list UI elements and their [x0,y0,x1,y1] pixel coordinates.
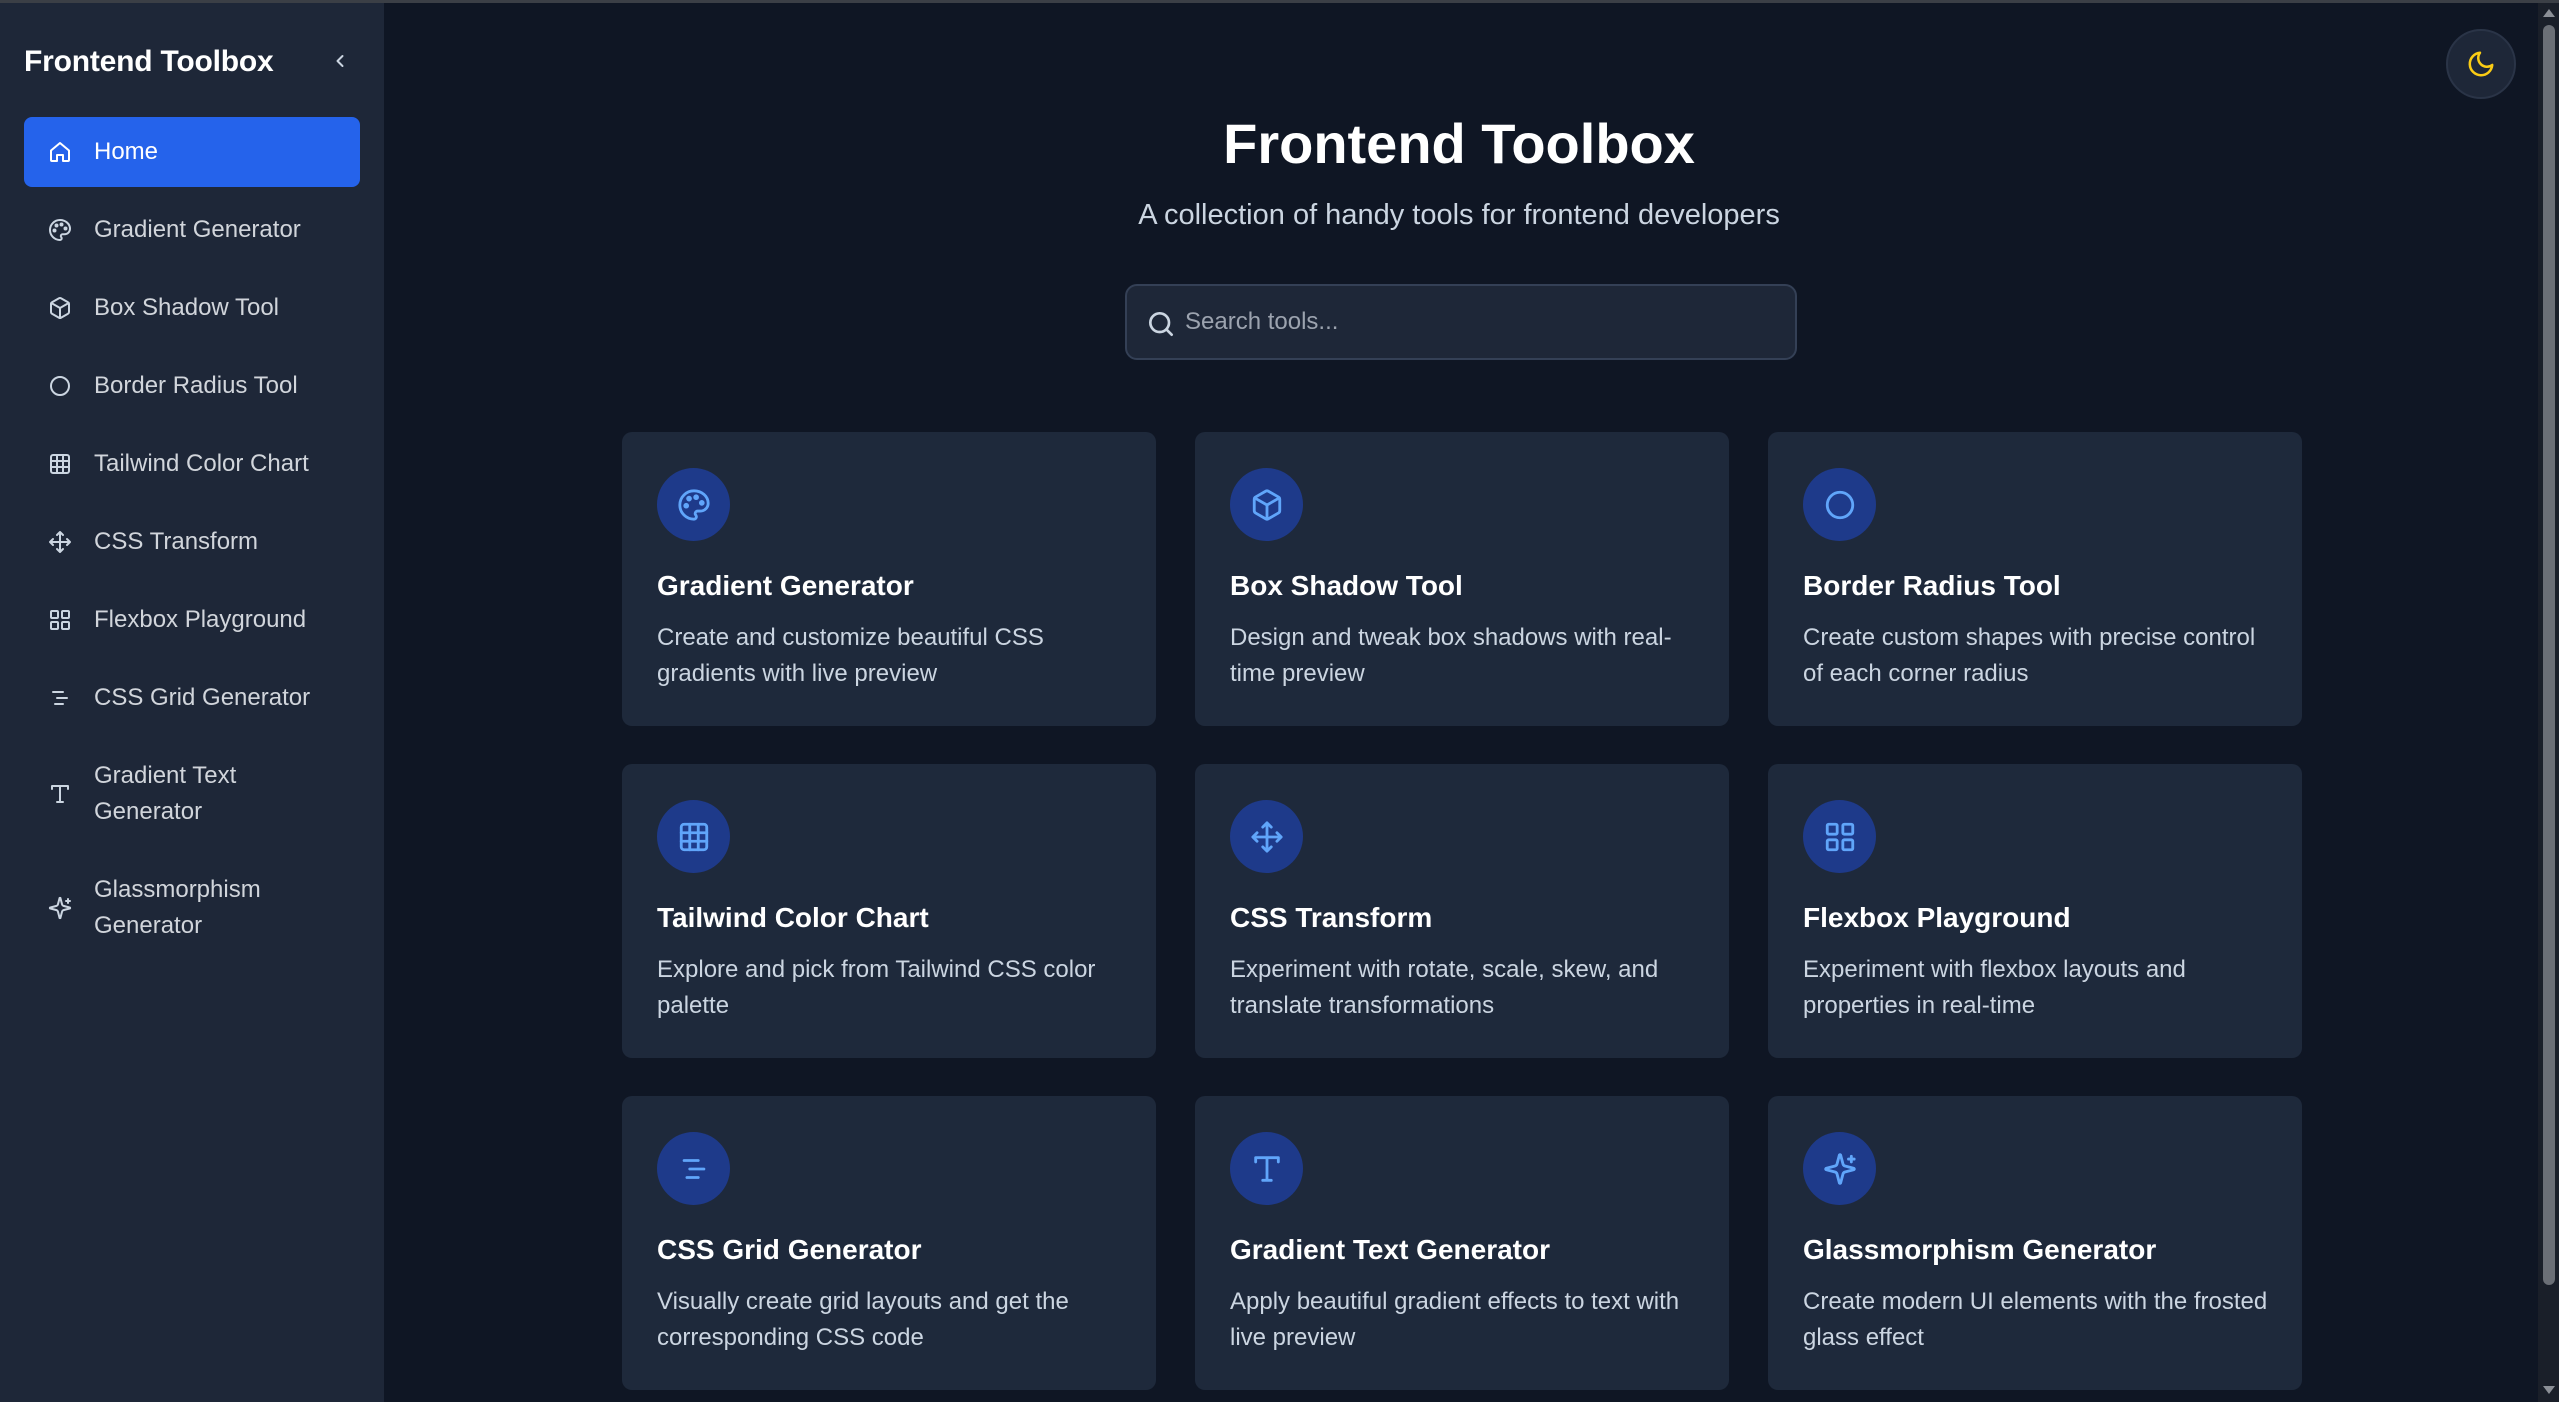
move-icon [46,528,74,556]
sidebar-item-glassmorphism-generator[interactable]: Glassmorphism Generator [24,855,360,961]
sidebar-item-label: CSS Grid Generator [94,684,311,711]
scrollbar-thumb[interactable] [2543,25,2555,1285]
sidebar-item-label: Gradient Generator [94,216,301,243]
grid-icon [657,800,730,873]
grid-icon [46,450,74,478]
palette-icon [657,468,730,541]
sidebar-item-box-shadow-tool[interactable]: Box Shadow Tool [24,273,360,343]
search-icon [1145,308,1177,340]
tool-card-title: Gradient Text Generator [1230,1234,1551,1265]
layout-grid-icon [1803,800,1876,873]
sidebar-item-border-radius-tool[interactable]: Border Radius Tool [24,351,360,421]
sidebar-item-label: Tailwind Color Chart [94,450,309,477]
scroll-up-arrow[interactable] [2542,8,2556,20]
list-icon [657,1132,730,1205]
tool-card-css-grid-generator[interactable]: CSS Grid Generator Visually create grid l… [622,1096,1156,1390]
page-subtitle: A collection of handy tools for frontend… [1138,199,1780,231]
search-box[interactable] [1125,284,1797,360]
theme-toggle-button[interactable] [2446,29,2516,99]
page-title: Frontend Toolbox [1223,112,1695,175]
list-icon [46,684,74,712]
sidebar-item-label: CSS Transform [94,528,259,555]
tool-card-tailwind-color-chart[interactable]: Tailwind Color Chart Explore and pick fro… [622,764,1156,1058]
box-icon [1230,468,1303,541]
tool-card-title: Box Shadow Tool [1230,570,1463,601]
sidebar-item-tailwind-color-chart[interactable]: Tailwind Color Chart [24,429,360,499]
sidebar-nav: Home Gradient Generator Box Shadow Tool Bor… [24,117,360,969]
box-icon [46,294,74,322]
sidebar-item-css-grid-generator[interactable]: CSS Grid Generator [24,663,360,733]
sidebar-item-label: Home [94,138,159,165]
tool-card-glassmorphism-generator[interactable]: Glassmorphism Generator Create modern UI … [1768,1096,2302,1390]
collapse-sidebar-button[interactable] [326,47,354,75]
sidebar-item-label: Glassmorphism Generator [94,876,261,939]
tool-card-title: CSS Grid Generator [657,1234,922,1265]
tool-card-description: Create and customize beautiful CSS gradi… [657,624,1044,687]
tool-card-css-transform[interactable]: CSS Transform Experiment with rotate, sca… [1195,764,1729,1058]
tool-card-box-shadow-tool[interactable]: Box Shadow Tool Design and tweak box shad… [1195,432,1729,726]
search-input[interactable] [1185,296,1785,348]
chevron-left-icon [330,51,350,71]
tool-card-gradient-text-generator[interactable]: Gradient Text Generator Apply beautiful g… [1195,1096,1729,1390]
home-icon [46,138,74,166]
tool-card-description: Experiment with rotate, scale, skew, and… [1230,956,1659,1019]
tool-card-description: Create modern UI elements with the frost… [1803,1288,2268,1351]
sidebar-item-gradient-generator[interactable]: Gradient Generator [24,195,360,265]
circle-icon [46,372,74,400]
circle-icon [1803,468,1876,541]
scrollbar[interactable] [2538,3,2559,1402]
move-icon [1230,800,1303,873]
type-icon [46,780,74,808]
sidebar-item-label: Border Radius Tool [94,372,298,399]
tool-card-title: Gradient Generator [657,570,914,601]
tool-card-title: Glassmorphism Generator [1803,1234,2157,1265]
tool-card-description: Apply beautiful gradient effects to text… [1230,1288,1680,1351]
tool-card-title: CSS Transform [1230,902,1433,933]
sidebar-item-label: Gradient Text Generator [94,762,237,825]
main-content: Frontend Toolbox A collection of handy t… [384,3,2534,1402]
sidebar: Frontend Toolbox Home Gradient Generator B… [0,3,384,1402]
sidebar-item-label: Flexbox Playground [94,606,307,633]
sidebar-item-css-transform[interactable]: CSS Transform [24,507,360,577]
tool-card-flexbox-playground[interactable]: Flexbox Playground Experiment with flexbo… [1768,764,2302,1058]
tool-card-border-radius-tool[interactable]: Border Radius Tool Create custom shapes w… [1768,432,2302,726]
tool-card-title: Border Radius Tool [1803,570,2061,601]
tool-card-description: Experiment with flexbox layouts and prop… [1803,956,2186,1019]
moon-icon [2466,49,2496,79]
sidebar-item-flexbox-playground[interactable]: Flexbox Playground [24,585,360,655]
sparkles-icon [46,894,74,922]
sparkles-icon [1803,1132,1876,1205]
tool-card-description: Create custom shapes with precise contro… [1803,624,2256,687]
palette-icon [46,216,74,244]
tool-card-description: Design and tweak box shadows with real-t… [1230,624,1672,687]
sidebar-item-home[interactable]: Home [24,117,360,187]
type-icon [1230,1132,1303,1205]
tool-card-title: Tailwind Color Chart [657,902,929,933]
layout-grid-icon [46,606,74,634]
scroll-down-arrow[interactable] [2542,1385,2556,1397]
sidebar-brand: Frontend Toolbox [24,45,274,78]
tool-card-gradient-generator[interactable]: Gradient Generator Create and customize b… [622,432,1156,726]
tool-card-description: Visually create grid layouts and get the… [657,1288,1069,1351]
tool-card-description: Explore and pick from Tailwind CSS color… [657,956,1096,1019]
sidebar-item-label: Box Shadow Tool [94,294,280,321]
sidebar-item-gradient-text-generator[interactable]: Gradient Text Generator [24,741,360,847]
tool-card-title: Flexbox Playground [1803,902,2071,933]
